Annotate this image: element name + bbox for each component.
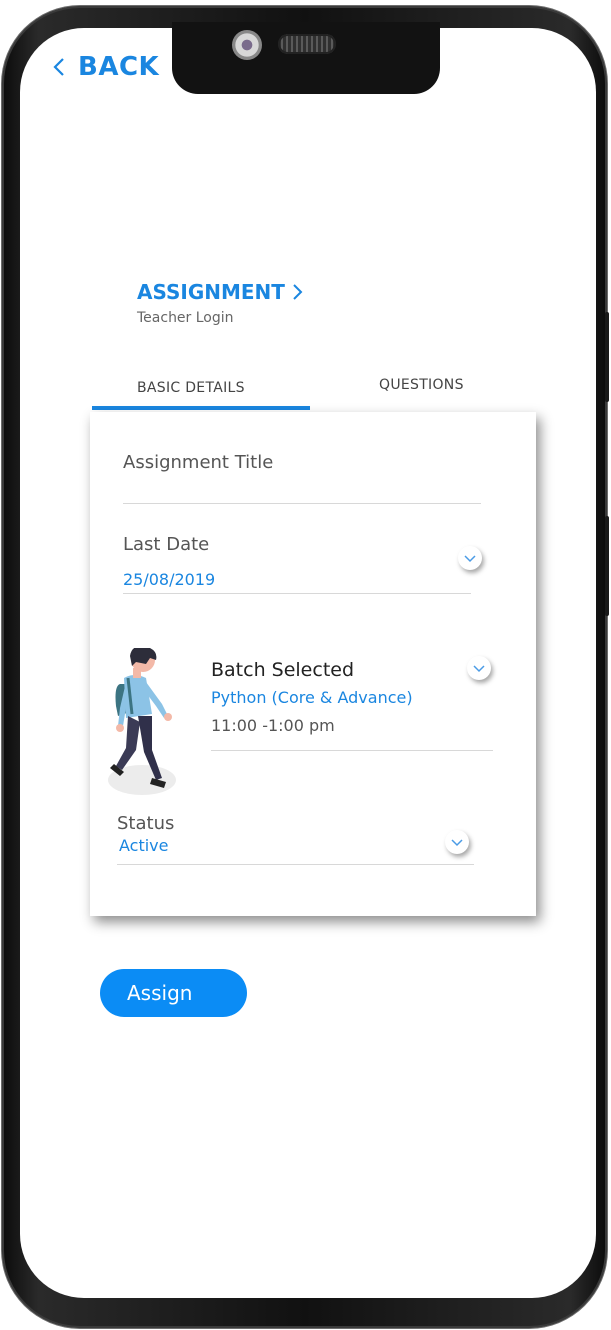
camera-icon: [232, 30, 262, 60]
assignment-title-input[interactable]: [123, 474, 481, 502]
page-title: ASSIGNMENT: [137, 280, 303, 304]
chevron-down-icon: [473, 664, 485, 672]
speaker-grille: [278, 34, 336, 54]
last-date-value[interactable]: 25/08/2019: [123, 570, 215, 589]
tab-questions[interactable]: QUESTIONS: [379, 377, 464, 393]
back-button[interactable]: BACK: [52, 52, 159, 82]
assignment-title-underline: [123, 503, 481, 504]
status-dropdown-button[interactable]: [445, 830, 469, 854]
batch-underline: [211, 750, 493, 751]
phone-notch: [172, 22, 440, 94]
active-tab-indicator: [92, 406, 310, 410]
status-underline: [117, 864, 474, 865]
batch-dropdown-button[interactable]: [467, 656, 491, 680]
last-date-underline: [123, 593, 471, 594]
page-subtitle: Teacher Login: [137, 310, 234, 326]
power-button: [605, 516, 609, 616]
assign-button[interactable]: Assign: [100, 969, 247, 1017]
chevron-left-icon: [53, 58, 64, 76]
status-label: Status: [117, 813, 175, 834]
chevron-down-icon: [451, 838, 463, 846]
last-date-dropdown-button[interactable]: [458, 546, 482, 570]
batch-label: Batch Selected: [211, 659, 355, 681]
chevron-right-icon: [293, 284, 303, 300]
student-illustration: [108, 648, 176, 795]
status-value[interactable]: Active: [119, 836, 169, 855]
assignment-title-label: Assignment Title: [123, 452, 274, 473]
batch-time: 11:00 -1:00 pm: [211, 716, 335, 735]
page-title-text: ASSIGNMENT: [137, 280, 285, 304]
chevron-down-icon: [464, 554, 476, 562]
last-date-label: Last Date: [123, 534, 210, 555]
back-label: BACK: [78, 52, 160, 82]
batch-course[interactable]: Python (Core & Advance): [211, 688, 413, 707]
tab-basic-details[interactable]: BASIC DETAILS: [137, 380, 245, 396]
volume-button: [605, 312, 609, 402]
